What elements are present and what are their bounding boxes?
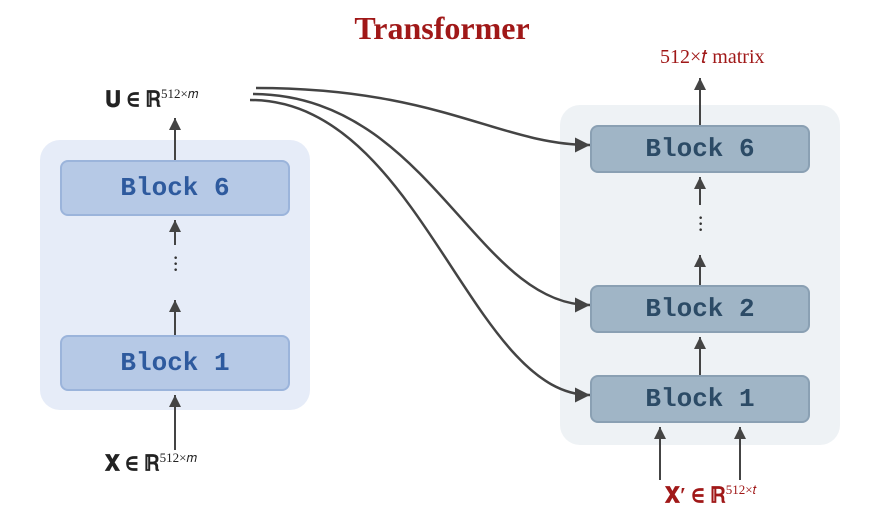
decoder-block-2: Block 2 — [590, 285, 810, 333]
decoder-vdots: ··· — [697, 215, 704, 233]
encoder-output-label: 𝐔 ∈ ℝ512×𝑚 — [105, 86, 198, 112]
encoder-block-1: Block 1 — [60, 335, 290, 391]
decoder-input-label: 𝐗′ ∈ ℝ512×𝑡 — [665, 482, 757, 508]
decoder-output-text: 512×𝑡 matrix — [660, 46, 765, 68]
encoder-output-var: 𝐔 ∈ ℝ — [105, 86, 161, 111]
encoder-block-6: Block 6 — [60, 160, 290, 216]
decoder-input-var: 𝐗′ ∈ ℝ — [665, 482, 726, 507]
encoder-output-sup: 512×𝑚 — [161, 86, 198, 101]
encoder-input-sup: 512×𝑚 — [160, 450, 197, 465]
decoder-block-6: Block 6 — [590, 125, 810, 173]
encoder-input-label: 𝐗 ∈ ℝ512×𝑚 — [105, 450, 197, 476]
encoder-input-var: 𝐗 ∈ ℝ — [105, 450, 160, 475]
decoder-output-label: 512×𝑡 matrix — [660, 46, 765, 69]
decoder-block-1: Block 1 — [590, 375, 810, 423]
diagram-title: Transformer — [0, 10, 884, 47]
encoder-vdots: ··· — [172, 255, 179, 273]
decoder-input-sup: 512×𝑡 — [726, 482, 757, 497]
